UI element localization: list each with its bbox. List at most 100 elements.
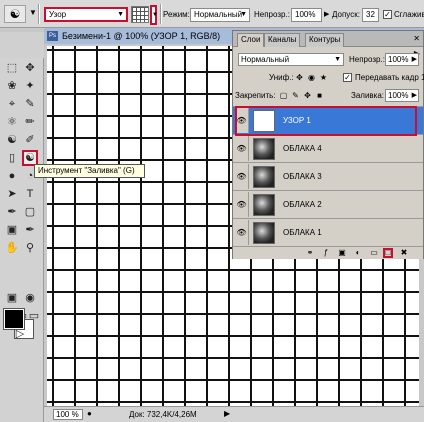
pattern-swatch[interactable]	[131, 6, 149, 23]
lock-image-icon[interactable]: ✎	[291, 91, 300, 100]
opacity-label: Непрозр.:	[254, 10, 290, 19]
magic-wand-icon[interactable]: ✦	[22, 78, 38, 94]
trash-icon[interactable]: ✖	[399, 248, 409, 258]
blend-mode-value: Нормальный	[241, 55, 290, 64]
tolerance-label: Допуск:	[332, 10, 360, 19]
zoom-value: 100 %	[56, 410, 79, 419]
move-icon[interactable]: ✥	[22, 60, 38, 76]
pen-icon[interactable]: ✒	[4, 204, 20, 220]
shape-icon[interactable]: ▢	[22, 204, 38, 220]
unify-position-icon[interactable]: ✥	[295, 73, 304, 82]
chevron-down-icon: ▼	[334, 56, 341, 63]
blur-icon[interactable]: ●	[4, 168, 20, 184]
smoothing-checkbox[interactable]: ✓	[383, 10, 392, 19]
zoom-icon[interactable]: ⚲	[22, 240, 38, 256]
unify-style-icon[interactable]: ★	[319, 73, 328, 82]
brush-icon[interactable]: ✏	[22, 114, 38, 130]
fill-source-value: Узор	[49, 10, 67, 19]
propagate-frame-label: Передавать кадр 1	[355, 73, 424, 82]
adjustment-layer-icon[interactable]: ◐	[353, 248, 363, 258]
lock-position-icon[interactable]: ✥	[303, 91, 312, 100]
tooltip: Инструмент "Заливка" (G)	[34, 164, 145, 178]
eye-icon[interactable]: 👁	[235, 192, 249, 217]
eye-icon[interactable]: 👁	[235, 164, 249, 189]
layer-thumbnail	[253, 138, 275, 160]
status-arrow-icon[interactable]: ●	[87, 409, 92, 418]
blend-mode-select[interactable]: Нормальный ▼	[238, 53, 344, 66]
tool-preset-arrow-icon[interactable]: ▼	[29, 8, 37, 17]
layer-row[interactable]: 👁 ОБЛАКА 1	[233, 218, 423, 246]
tab-paths[interactable]: Контуры	[305, 33, 345, 47]
chevron-right-icon: ▶	[411, 92, 417, 99]
tab-layers[interactable]: Слои	[237, 33, 265, 47]
layer-name: ОБЛАКА 4	[283, 144, 322, 153]
zoom-input[interactable]: 100 %	[53, 409, 83, 420]
type-icon[interactable]: T	[22, 186, 38, 202]
path-selection-icon[interactable]: ➤	[4, 186, 20, 202]
tolerance-input[interactable]: 32	[362, 8, 379, 22]
layer-mask-icon[interactable]: ▣	[337, 248, 347, 258]
pattern-picker-button[interactable]: ▼	[150, 5, 158, 25]
clone-stamp-icon[interactable]: ☯	[4, 132, 20, 148]
propagate-frame-checkbox[interactable]: ✓	[343, 73, 352, 82]
separator	[38, 4, 40, 24]
layer-row[interactable]: 👁 ОБЛАКА 4	[233, 134, 423, 162]
tab-channels[interactable]: Каналы	[264, 33, 301, 47]
foreground-color-swatch[interactable]	[3, 308, 25, 330]
new-layer-icon[interactable]: □	[383, 248, 393, 258]
layer-thumbnail	[253, 166, 275, 188]
screen-mode-3-icon[interactable]: ▭	[26, 308, 42, 324]
chevron-down-icon: ▼	[117, 11, 124, 18]
layer-opacity-label: Непрозр.:	[349, 55, 385, 64]
layer-row[interactable]: 👁 ОБЛАКА 3	[233, 162, 423, 190]
marquee-icon[interactable]: ⬚	[4, 60, 20, 76]
layers-panel: Слои Каналы Контуры ✕ ▶ Нормальный ▼ Неп…	[232, 30, 424, 259]
opacity-arrow-icon[interactable]: ▶	[324, 10, 329, 18]
layer-thumbnail	[253, 222, 275, 244]
fill-input[interactable]: 100% ▶	[385, 89, 419, 102]
lock-transparent-icon[interactable]: ▢	[279, 91, 288, 100]
mode-label: Режим:	[163, 10, 190, 19]
chevron-right-icon: ▶	[411, 56, 417, 63]
standard-mode-icon[interactable]: ▣	[4, 290, 20, 306]
crop-icon[interactable]: ⌖	[4, 96, 20, 112]
toolbox: ⬚ ✥ ❀ ✦ ⌖ ✎ ⚛ ✏ ☯ ✐ ▯ ☯ ● ◔ ➤ T ✒ ▢ ▣ ✒ …	[0, 58, 44, 422]
history-brush-icon[interactable]: ✐	[22, 132, 38, 148]
document-title: Безимени-1 @ 100% (УЗОР 1, RGB/8)	[62, 31, 221, 41]
paint-bucket-icon[interactable]: ☯	[4, 5, 26, 23]
mode-value: Нормальный	[194, 10, 243, 19]
unify-label: Униф.:	[269, 73, 294, 82]
unify-visibility-icon[interactable]: ◉	[307, 73, 316, 82]
quick-mask-icon[interactable]: ◉	[22, 290, 38, 306]
hand-icon[interactable]: ✋	[4, 240, 20, 256]
opacity-input[interactable]: 100%	[291, 8, 322, 22]
status-menu-arrow-icon[interactable]: ▶	[224, 409, 230, 418]
eraser-icon[interactable]: ▯	[4, 150, 20, 166]
layer-opacity-value: 100%	[388, 55, 409, 64]
layer-name: ОБЛАКА 1	[283, 228, 322, 237]
eyedropper-icon[interactable]: ✒	[22, 222, 38, 238]
healing-brush-icon[interactable]: ⚛	[4, 114, 20, 130]
fill-source-select[interactable]: Узор ▼	[44, 7, 128, 22]
separator	[160, 4, 162, 24]
highlight-box	[235, 106, 417, 136]
layer-opacity-input[interactable]: 100% ▶	[385, 53, 419, 66]
smoothing-label: Сглажив	[394, 10, 424, 19]
eye-icon[interactable]: 👁	[235, 136, 249, 161]
fill-label: Заливка:	[351, 91, 385, 100]
lock-all-icon[interactable]: ■	[315, 91, 324, 100]
slice-icon[interactable]: ✎	[22, 96, 38, 112]
layer-row[interactable]: 👁 ОБЛАКА 2	[233, 190, 423, 218]
notes-icon[interactable]: ▣	[4, 222, 20, 238]
mode-select[interactable]: Нормальный ▼	[190, 8, 250, 22]
close-icon[interactable]: ✕	[413, 34, 420, 43]
layers-panel-footer: ⚭ ƒ ▣ ◐ ▭ □ ✖	[233, 246, 423, 259]
layer-style-icon[interactable]: ƒ	[321, 248, 331, 258]
panel-tabs: Слои Каналы Контуры ✕	[233, 31, 423, 47]
lasso-icon[interactable]: ❀	[4, 78, 20, 94]
fill-value: 100%	[388, 91, 409, 100]
layer-thumbnail	[253, 194, 275, 216]
link-layers-icon[interactable]: ⚭	[305, 248, 315, 258]
new-group-icon[interactable]: ▭	[369, 248, 379, 258]
eye-icon[interactable]: 👁	[235, 220, 249, 245]
